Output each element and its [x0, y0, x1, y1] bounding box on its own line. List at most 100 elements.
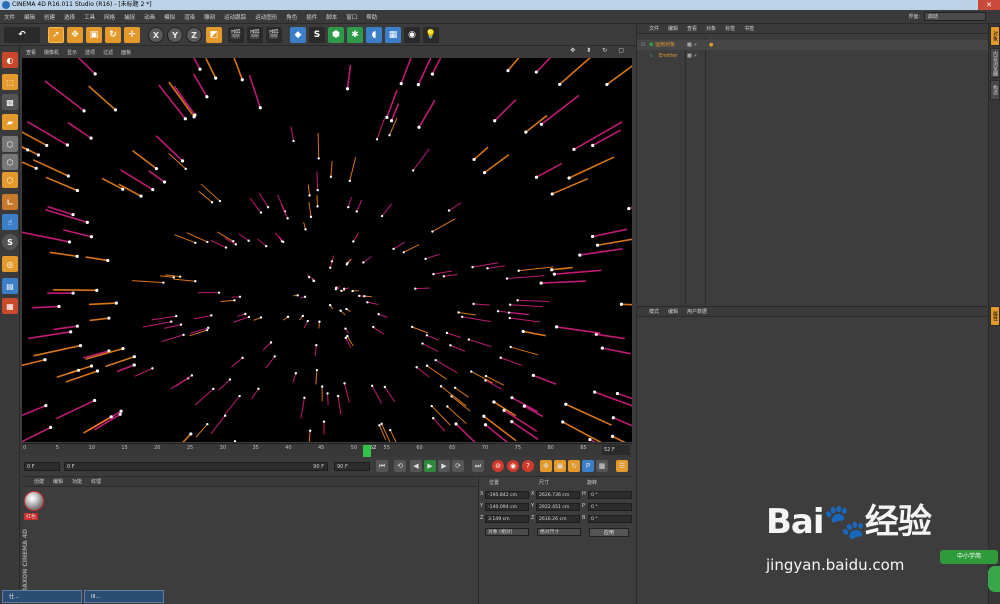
visibility-dots-icon[interactable]: ▩ ✓ — [687, 51, 698, 61]
rotation-field[interactable]: 0 ° — [588, 491, 632, 499]
workplane-icon[interactable]: ▰ — [2, 114, 18, 130]
rotate-view-icon[interactable]: ↻ — [602, 47, 607, 54]
array-icon[interactable]: ✱ — [347, 27, 363, 43]
previous-frame-icon[interactable]: ◀ — [410, 460, 422, 472]
y-axis-icon[interactable]: Y — [167, 27, 183, 43]
layout-dropdown[interactable]: 启动 — [924, 12, 986, 21]
edges-mode-icon[interactable]: ⬡ — [2, 154, 18, 170]
autokey-icon[interactable]: ◉ — [507, 460, 519, 472]
timeline-ruler[interactable]: 05101520253035404550525560657075808590 5… — [22, 443, 632, 457]
snap-icon[interactable]: S — [2, 234, 18, 250]
live-select-icon[interactable]: ➚ — [48, 27, 64, 43]
model-mode-icon[interactable]: ◐ — [2, 52, 18, 68]
record-active-icon[interactable]: ⊘ — [492, 460, 504, 472]
render-settings-icon[interactable]: 🎬 — [266, 27, 282, 43]
rotate-icon[interactable]: ↻ — [105, 27, 121, 43]
menu-item-6[interactable]: 捕捉 — [124, 13, 135, 21]
key-rotation-icon[interactable]: ↻ — [568, 460, 580, 472]
object-mode-icon[interactable]: ⬚ — [2, 74, 18, 90]
undo-icon[interactable]: ↶ — [4, 27, 40, 43]
previous-key-icon[interactable]: ⟲ — [394, 460, 406, 472]
maximize-button[interactable]: □ — [956, 0, 978, 10]
z-axis-icon[interactable]: Z — [186, 27, 202, 43]
expand-icon[interactable]: ⊟ — [641, 40, 645, 50]
menu-item-15[interactable]: 脚本 — [326, 13, 337, 21]
viewport-menu-item-3[interactable]: 选项 — [85, 49, 95, 56]
size-field[interactable]: 2626.736 cm — [536, 491, 580, 499]
end-frame-field[interactable]: 90 F — [334, 462, 370, 471]
attribute-menu-item-0[interactable]: 模式 — [649, 308, 659, 315]
taskbar-item[interactable]: III... — [84, 590, 164, 603]
apply-button[interactable]: 应用 — [589, 528, 629, 537]
object-menu-item-2[interactable]: 查看 — [687, 25, 697, 32]
menu-item-9[interactable]: 渲染 — [184, 13, 195, 21]
go-to-start-icon[interactable]: ⏮ — [376, 460, 388, 472]
menu-item-3[interactable]: 选择 — [64, 13, 75, 21]
close-button[interactable]: ✕ — [978, 0, 1000, 10]
object-name[interactable]: 运用对象 — [655, 40, 675, 50]
attribute-menu-item-1[interactable]: 编辑 — [668, 308, 678, 315]
material-menu-item-2[interactable]: 功能 — [72, 478, 82, 485]
polygons-mode-icon[interactable]: ⬡ — [2, 172, 18, 188]
key-scale-icon[interactable]: ▣ — [554, 460, 566, 472]
floating-widget[interactable] — [988, 566, 1000, 592]
viewport-menu-item-2[interactable]: 显示 — [67, 49, 77, 56]
coordinate-mode-dropdown[interactable]: 对象 (相对) — [485, 528, 529, 536]
planar-workplane-icon[interactable]: ▤ — [2, 278, 18, 294]
position-field[interactable]: -140.094 cm — [485, 503, 529, 511]
viewport-menu-item-4[interactable]: 过滤 — [103, 49, 113, 56]
cube-icon[interactable]: ◆ — [290, 27, 306, 43]
material-name[interactable]: 红色 — [24, 513, 39, 520]
rotation-field[interactable]: 0 ° — [588, 515, 632, 523]
key-pla-icon[interactable]: ▦ — [596, 460, 608, 472]
coordinate-system-icon[interactable]: ◩ — [206, 27, 222, 43]
size-field[interactable]: 2922.451 cm — [536, 503, 580, 511]
material-preview[interactable] — [24, 491, 44, 511]
workplane-grid-icon[interactable]: ▦ — [2, 298, 18, 314]
key-position-icon[interactable]: ✥ — [540, 460, 552, 472]
move-icon[interactable]: ✥ — [67, 27, 83, 43]
spline-pen-icon[interactable]: S — [309, 27, 325, 43]
floor-icon[interactable]: ▦ — [385, 27, 401, 43]
maximize-view-icon[interactable]: ▢ — [618, 47, 624, 54]
menu-item-2[interactable]: 创建 — [44, 13, 55, 21]
material-menu-item-1[interactable]: 编辑 — [53, 478, 63, 485]
position-field[interactable]: -195.842 cm — [485, 491, 529, 499]
axis-mode-icon[interactable]: ∟ — [2, 194, 18, 210]
menu-item-1[interactable]: 编辑 — [24, 13, 35, 21]
next-frame-icon[interactable]: ▶ — [438, 460, 450, 472]
timeline-window-icon[interactable]: ☰ — [616, 460, 628, 472]
light-icon[interactable]: 💡 — [423, 27, 439, 43]
size-mode-dropdown[interactable]: 绝对尺寸 — [537, 528, 581, 536]
zoom-view-icon[interactable]: ⬍ — [586, 47, 591, 54]
object-name[interactable]: Emitter — [659, 51, 677, 61]
tag-icon[interactable]: ● — [709, 40, 713, 50]
scale-icon[interactable]: ▣ — [86, 27, 102, 43]
menu-item-8[interactable]: 模拟 — [164, 13, 175, 21]
object-menu-item-5[interactable]: 书签 — [744, 25, 754, 32]
frame-ruler[interactable]: 05101520253035404550525560657075808590 — [23, 445, 619, 457]
transform-icon[interactable]: ✛ — [124, 27, 140, 43]
menu-item-11[interactable]: 运动跟踪 — [224, 13, 246, 21]
menu-item-4[interactable]: 工具 — [84, 13, 95, 21]
viewport-menu-item-0[interactable]: 查看 — [26, 49, 36, 56]
size-field[interactable]: 2616.26 cm — [536, 515, 580, 523]
material-menu-item-3[interactable]: 纹理 — [91, 478, 101, 485]
deformer-icon[interactable]: ◖ — [366, 27, 382, 43]
menu-item-16[interactable]: 窗口 — [346, 13, 357, 21]
position-field[interactable]: 3.149 cm — [485, 515, 529, 523]
key-parameter-icon[interactable]: P — [582, 460, 594, 472]
subdivision-icon[interactable]: ⬢ — [328, 27, 344, 43]
tab-objects[interactable]: 对象 — [990, 26, 1000, 46]
preview-range-slider[interactable]: 0 F 90 F — [64, 462, 328, 471]
menu-item-17[interactable]: 帮助 — [366, 13, 377, 21]
points-mode-icon[interactable]: ⬡ — [2, 136, 18, 152]
viewport-menu-item-1[interactable]: 摄像机 — [44, 49, 59, 56]
next-key-icon[interactable]: ⟳ — [452, 460, 464, 472]
move-view-icon[interactable]: ✥ — [570, 47, 575, 54]
rotation-field[interactable]: 0 ° — [588, 503, 632, 511]
material-menu-item-0[interactable]: 创建 — [34, 478, 44, 485]
render-picture-viewer-icon[interactable]: 🎬 — [247, 27, 263, 43]
visibility-dots-icon[interactable]: ▩ ✓ — [687, 40, 698, 50]
object-row[interactable]: ⊟ ⬢ 运用对象 ▩ ✓ ● — [637, 40, 989, 50]
